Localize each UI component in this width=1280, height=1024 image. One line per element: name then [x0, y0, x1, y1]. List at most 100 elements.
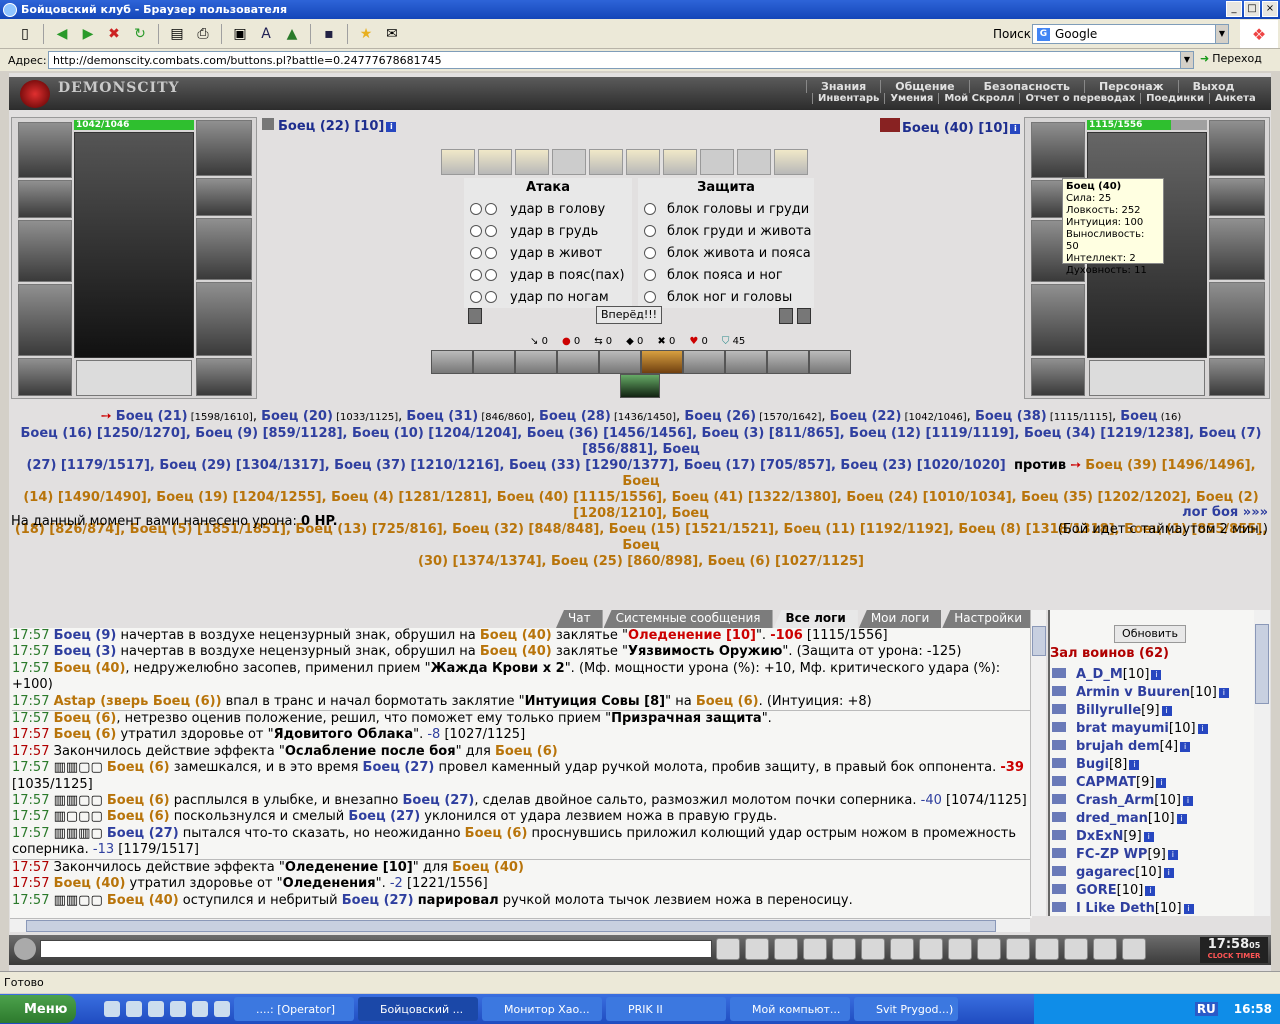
- player-name[interactable]: Боец (22) [10] i: [262, 118, 397, 134]
- user-name[interactable]: Crash_Arm: [1076, 793, 1154, 808]
- nav-duels[interactable]: Поединки: [1140, 93, 1209, 104]
- enemy-ring-slot[interactable]: [1031, 358, 1085, 396]
- ql-icon[interactable]: [148, 1001, 164, 1017]
- user-info-icon[interactable]: i: [1180, 742, 1191, 752]
- forward-icon[interactable]: ▶: [77, 23, 99, 45]
- nav-scroll[interactable]: Мой Скролл: [938, 93, 1019, 104]
- user-name[interactable]: Bugi: [1076, 757, 1109, 772]
- attack-radio[interactable]: [470, 291, 482, 303]
- task-combats[interactable]: Бойцовский ...: [358, 997, 478, 1021]
- cross-icon[interactable]: [1064, 938, 1088, 960]
- fighter-link[interactable]: Боец (28): [539, 409, 611, 424]
- enemy-name[interactable]: Боец (40) [10] i: [880, 118, 1021, 136]
- attack-radio[interactable]: [485, 269, 497, 281]
- teams-line[interactable]: (30) [1374/1374], Боец (25) [860/898], Б…: [10, 554, 1272, 570]
- nav-exit[interactable]: Выход: [1177, 80, 1249, 93]
- fighter-link[interactable]: Боец (20): [261, 409, 333, 424]
- user-info-icon[interactable]: i: [1151, 670, 1162, 680]
- block-radio[interactable]: [644, 291, 656, 303]
- enemy-leggings-slot[interactable]: [1209, 282, 1265, 356]
- task-monitor[interactable]: Монитор Хао...: [482, 997, 602, 1021]
- scroll-slot[interactable]: [589, 149, 623, 175]
- fighter-link[interactable]: Боец (38): [975, 409, 1047, 424]
- private-msg-icon[interactable]: [1052, 704, 1066, 714]
- font-icon[interactable]: A: [255, 23, 277, 45]
- user-info-icon[interactable]: i: [1161, 706, 1172, 716]
- trick-slot[interactable]: [473, 350, 515, 374]
- chat-hscrollbar[interactable]: [10, 918, 1030, 932]
- armor-slot[interactable]: [18, 284, 72, 356]
- close-button[interactable]: ×: [1262, 1, 1278, 17]
- attack-radio[interactable]: [470, 203, 482, 215]
- user-row[interactable]: CAPMAT[9] i: [1052, 774, 1252, 792]
- translate-icon[interactable]: ▲: [281, 23, 303, 45]
- log-time[interactable]: 17:57: [12, 893, 54, 908]
- trick-slot[interactable]: [431, 350, 473, 374]
- log-time[interactable]: 17:57: [12, 793, 54, 808]
- task-my-computer[interactable]: Мой компьют...: [730, 997, 850, 1021]
- team-line-1[interactable]: Боец (21) [1598/1610], Боец (20) [1033/1…: [116, 409, 1181, 424]
- private-msg-icon[interactable]: [1052, 884, 1066, 894]
- private-msg-icon[interactable]: [1052, 668, 1066, 678]
- trick-slot[interactable]: [809, 350, 851, 374]
- block-head-chest[interactable]: блок головы и груди: [638, 198, 814, 220]
- lang-indicator[interactable]: RU: [1194, 1002, 1218, 1016]
- info-icon[interactable]: i: [386, 122, 397, 132]
- user-row[interactable]: gagarec[10] i: [1052, 864, 1252, 882]
- user-name[interactable]: Armin v Buuren: [1076, 685, 1190, 700]
- scroll-slot[interactable]: [552, 149, 586, 175]
- go-button[interactable]: ➜ Переход: [1200, 52, 1262, 65]
- attack-radio[interactable]: [485, 203, 497, 215]
- refresh-button[interactable]: Обновить: [1114, 625, 1186, 643]
- chat-input[interactable]: [40, 940, 712, 958]
- start-button[interactable]: Меню: [0, 995, 76, 1023]
- log-time[interactable]: 17:57: [12, 644, 54, 659]
- attack-groin[interactable]: удар в пояс(пах): [464, 264, 632, 286]
- fighter-link[interactable]: Боец (21): [116, 409, 188, 424]
- helmet-slot[interactable]: [18, 122, 72, 178]
- address-dropdown[interactable]: ▼: [1180, 51, 1194, 69]
- private-msg-icon[interactable]: [1052, 740, 1066, 750]
- leggings-slot[interactable]: [196, 282, 252, 356]
- pocket-slots[interactable]: [76, 360, 192, 396]
- trick-slot[interactable]: [641, 350, 683, 374]
- stop-icon[interactable]: ✖: [103, 23, 125, 45]
- nav-character[interactable]: Персонаж: [1084, 80, 1178, 93]
- private-msg-icon[interactable]: [1052, 902, 1066, 912]
- belt-slot[interactable]: [18, 358, 72, 396]
- image-icon[interactable]: ▣: [229, 23, 251, 45]
- private-msg-icon[interactable]: [1052, 794, 1066, 804]
- new-page-icon[interactable]: ▯: [14, 23, 36, 45]
- fighter-link[interactable]: Боец (31): [406, 409, 478, 424]
- trick-slot[interactable]: [767, 350, 809, 374]
- user-name[interactable]: gagarec: [1076, 865, 1135, 880]
- log-time[interactable]: 17:57: [12, 727, 54, 742]
- user-info-icon[interactable]: i: [1156, 778, 1167, 788]
- log-time[interactable]: 17:57: [12, 826, 54, 841]
- user-row[interactable]: brat mayumi[10] i: [1052, 720, 1252, 738]
- user-name[interactable]: I Like Deth: [1076, 901, 1155, 916]
- log-time[interactable]: 17:57: [12, 876, 54, 891]
- fighter-link[interactable]: Боец (22): [830, 409, 902, 424]
- ql-icon[interactable]: [214, 1001, 230, 1017]
- block-legs-head[interactable]: блок ног и головы: [638, 286, 814, 308]
- private-msg-icon[interactable]: [1052, 848, 1066, 858]
- fighter-link[interactable]: Боец (26): [684, 409, 756, 424]
- favorites-icon[interactable]: ★: [355, 23, 377, 45]
- scroll-icon[interactable]: [1006, 938, 1030, 960]
- tab-chat[interactable]: Чат: [556, 610, 603, 628]
- users-icon[interactable]: [948, 938, 972, 960]
- speed-icon[interactable]: [861, 938, 885, 960]
- log-time[interactable]: 17:57: [12, 694, 54, 709]
- preview-icon[interactable]: ▤: [166, 23, 188, 45]
- flag-icon[interactable]: [1093, 938, 1117, 960]
- fighter-link[interactable]: Боец: [1120, 409, 1157, 424]
- chat-avatar-icon[interactable]: [14, 938, 36, 960]
- user-row[interactable]: FC-ZP WP[9] i: [1052, 846, 1252, 864]
- trick-slot[interactable]: [515, 350, 557, 374]
- enemy-gloves-slot[interactable]: [1209, 178, 1265, 216]
- nav-profile[interactable]: Анкета: [1208, 93, 1261, 104]
- scroll-slot[interactable]: [626, 149, 660, 175]
- attack-radio[interactable]: [485, 247, 497, 259]
- user-name[interactable]: Billyrulle: [1076, 703, 1141, 718]
